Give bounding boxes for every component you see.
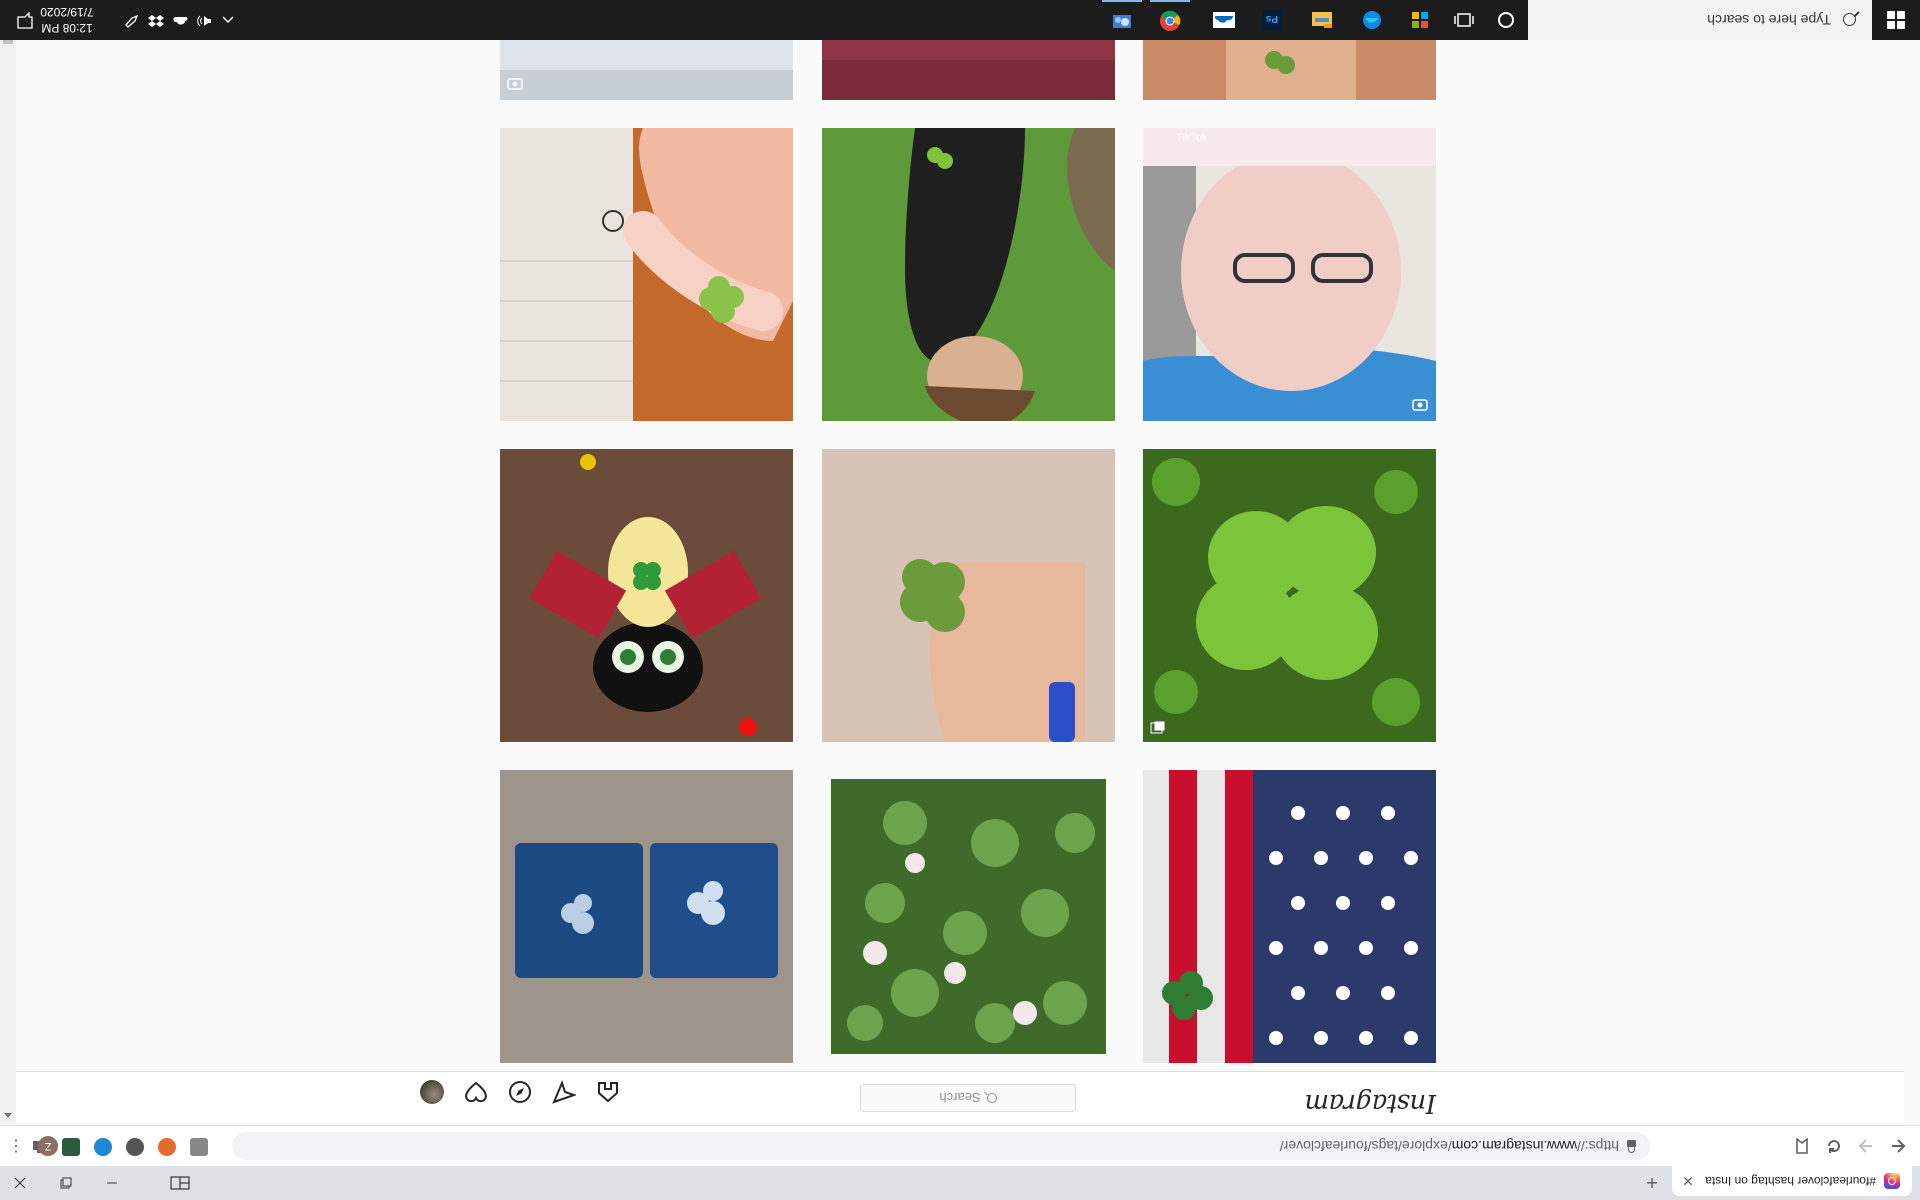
carousel-badge-icon <box>1150 720 1166 734</box>
lock-icon <box>1627 1140 1636 1148</box>
extension-circle-icon[interactable] <box>126 1138 144 1156</box>
new-tab-button[interactable]: + <box>1640 1170 1664 1194</box>
extension-dollar-icon[interactable] <box>62 1138 80 1156</box>
extension-x-icon[interactable] <box>158 1138 176 1156</box>
activity-heart-icon[interactable] <box>464 1080 488 1104</box>
search-placeholder: Search <box>939 1090 981 1106</box>
extension-g-icon[interactable] <box>190 1138 208 1156</box>
microsoft-store-icon[interactable] <box>1406 6 1434 34</box>
show-hidden-icons-icon[interactable] <box>216 13 240 27</box>
chrome-icon[interactable] <box>1150 0 1190 40</box>
restore-icon[interactable] <box>46 1166 86 1200</box>
close-window-icon[interactable] <box>0 1166 40 1200</box>
grid-tile-partial[interactable] <box>500 40 793 100</box>
grid-tile[interactable] <box>500 128 793 421</box>
windows-start-icon[interactable] <box>1872 0 1920 40</box>
task-view-icon[interactable] <box>1450 6 1478 34</box>
taskbar-clock[interactable]: 12:08 PM 7/19/2020 <box>24 4 110 36</box>
notification-center-icon[interactable] <box>14 10 34 30</box>
cortana-icon[interactable] <box>1492 6 1520 34</box>
extension-blue-icon[interactable] <box>94 1138 112 1156</box>
chrome-menu-icon[interactable]: ⋮ <box>6 1136 26 1156</box>
clock-time: 12:08 PM <box>41 21 93 35</box>
browser-tab[interactable]: #fourleafclover hashtag on Insta ✕ <box>1672 1166 1912 1196</box>
dropbox-icon[interactable] <box>144 12 168 29</box>
browser-tab-strip: #fourleafclover hashtag on Insta ✕ + <box>0 1166 1920 1200</box>
grid-tile-partial[interactable] <box>822 40 1115 100</box>
address-bar[interactable]: https://www.instagram.com/explore/tags/f… <box>232 1132 1650 1160</box>
search-icon <box>1843 13 1856 27</box>
instagram-favicon-icon <box>1884 1173 1900 1189</box>
windows-taskbar: Type here to search Ps 12:08 PM 7/19/202… <box>0 0 1920 40</box>
grid-tile[interactable] <box>1143 449 1436 742</box>
forward-arrow-icon[interactable] <box>1854 1134 1878 1158</box>
photoshop-icon[interactable]: Ps <box>1258 6 1286 34</box>
instagram-logo[interactable]: Instagram <box>1305 1088 1436 1118</box>
clock-date: 7/19/2020 <box>40 5 94 19</box>
onedrive-icon[interactable] <box>1210 6 1238 34</box>
system-tray <box>120 0 240 40</box>
grid-tile[interactable] <box>500 449 793 742</box>
pen-icon[interactable] <box>120 12 144 29</box>
url-host: www.instagram.com <box>1451 1138 1577 1154</box>
url-scheme: https:// <box>1576 1138 1619 1154</box>
grid-tile[interactable] <box>822 770 1115 1063</box>
edge-icon[interactable] <box>1358 6 1386 34</box>
page-scrollbar[interactable] <box>0 0 16 1124</box>
tab-search-icon[interactable] <box>160 1166 200 1200</box>
scroll-up-arrow-icon[interactable] <box>4 1113 12 1118</box>
tab-title: #fourleafclover hashtag on Insta <box>1705 1174 1876 1188</box>
onedrive-cloud-icon[interactable] <box>168 13 192 27</box>
taskbar-search-placeholder: Type here to search <box>1707 12 1831 28</box>
grid-tile[interactable] <box>1143 770 1436 1063</box>
grid-tile[interactable] <box>500 770 793 1063</box>
file-explorer-icon[interactable] <box>1308 6 1336 34</box>
taskbar-search-box[interactable]: Type here to search <box>1528 0 1872 40</box>
url-path: /explore/tags/fourleafclover/ <box>1279 1138 1452 1154</box>
browser-toolbar: https://www.instagram.com/explore/tags/f… <box>0 1125 1920 1166</box>
search-input[interactable]: Search <box>860 1084 1076 1112</box>
tab-close-icon[interactable]: ✕ <box>1678 1173 1698 1190</box>
grid-tile[interactable] <box>822 449 1115 742</box>
volume-icon[interactable] <box>192 12 216 29</box>
video-badge-icon <box>1412 399 1428 413</box>
back-arrow-icon[interactable] <box>1886 1134 1910 1158</box>
reload-icon[interactable] <box>1822 1134 1846 1158</box>
grid-tile[interactable]: TikTok <box>1143 128 1436 421</box>
profile-avatar[interactable]: Z <box>38 1136 58 1156</box>
screen: #fourleafclover hashtag on Insta ✕ + htt… <box>0 0 1920 1200</box>
grid-tile-partial[interactable] <box>1143 40 1436 100</box>
minimize-icon[interactable] <box>92 1166 132 1200</box>
search-icon <box>986 1093 997 1103</box>
tiktok-watermark: TikTok <box>1176 132 1208 144</box>
svg-text:Ps: Ps <box>1265 13 1278 24</box>
bookmark-icon[interactable] <box>1790 1134 1814 1158</box>
direct-icon[interactable] <box>552 1080 578 1104</box>
video-badge-icon <box>507 78 523 92</box>
grid-tile[interactable] <box>822 128 1115 421</box>
profile-avatar-icon[interactable] <box>420 1080 444 1104</box>
home-icon[interactable] <box>596 1080 620 1104</box>
explore-icon[interactable] <box>508 1080 532 1104</box>
control-panel-icon[interactable] <box>1102 0 1142 40</box>
